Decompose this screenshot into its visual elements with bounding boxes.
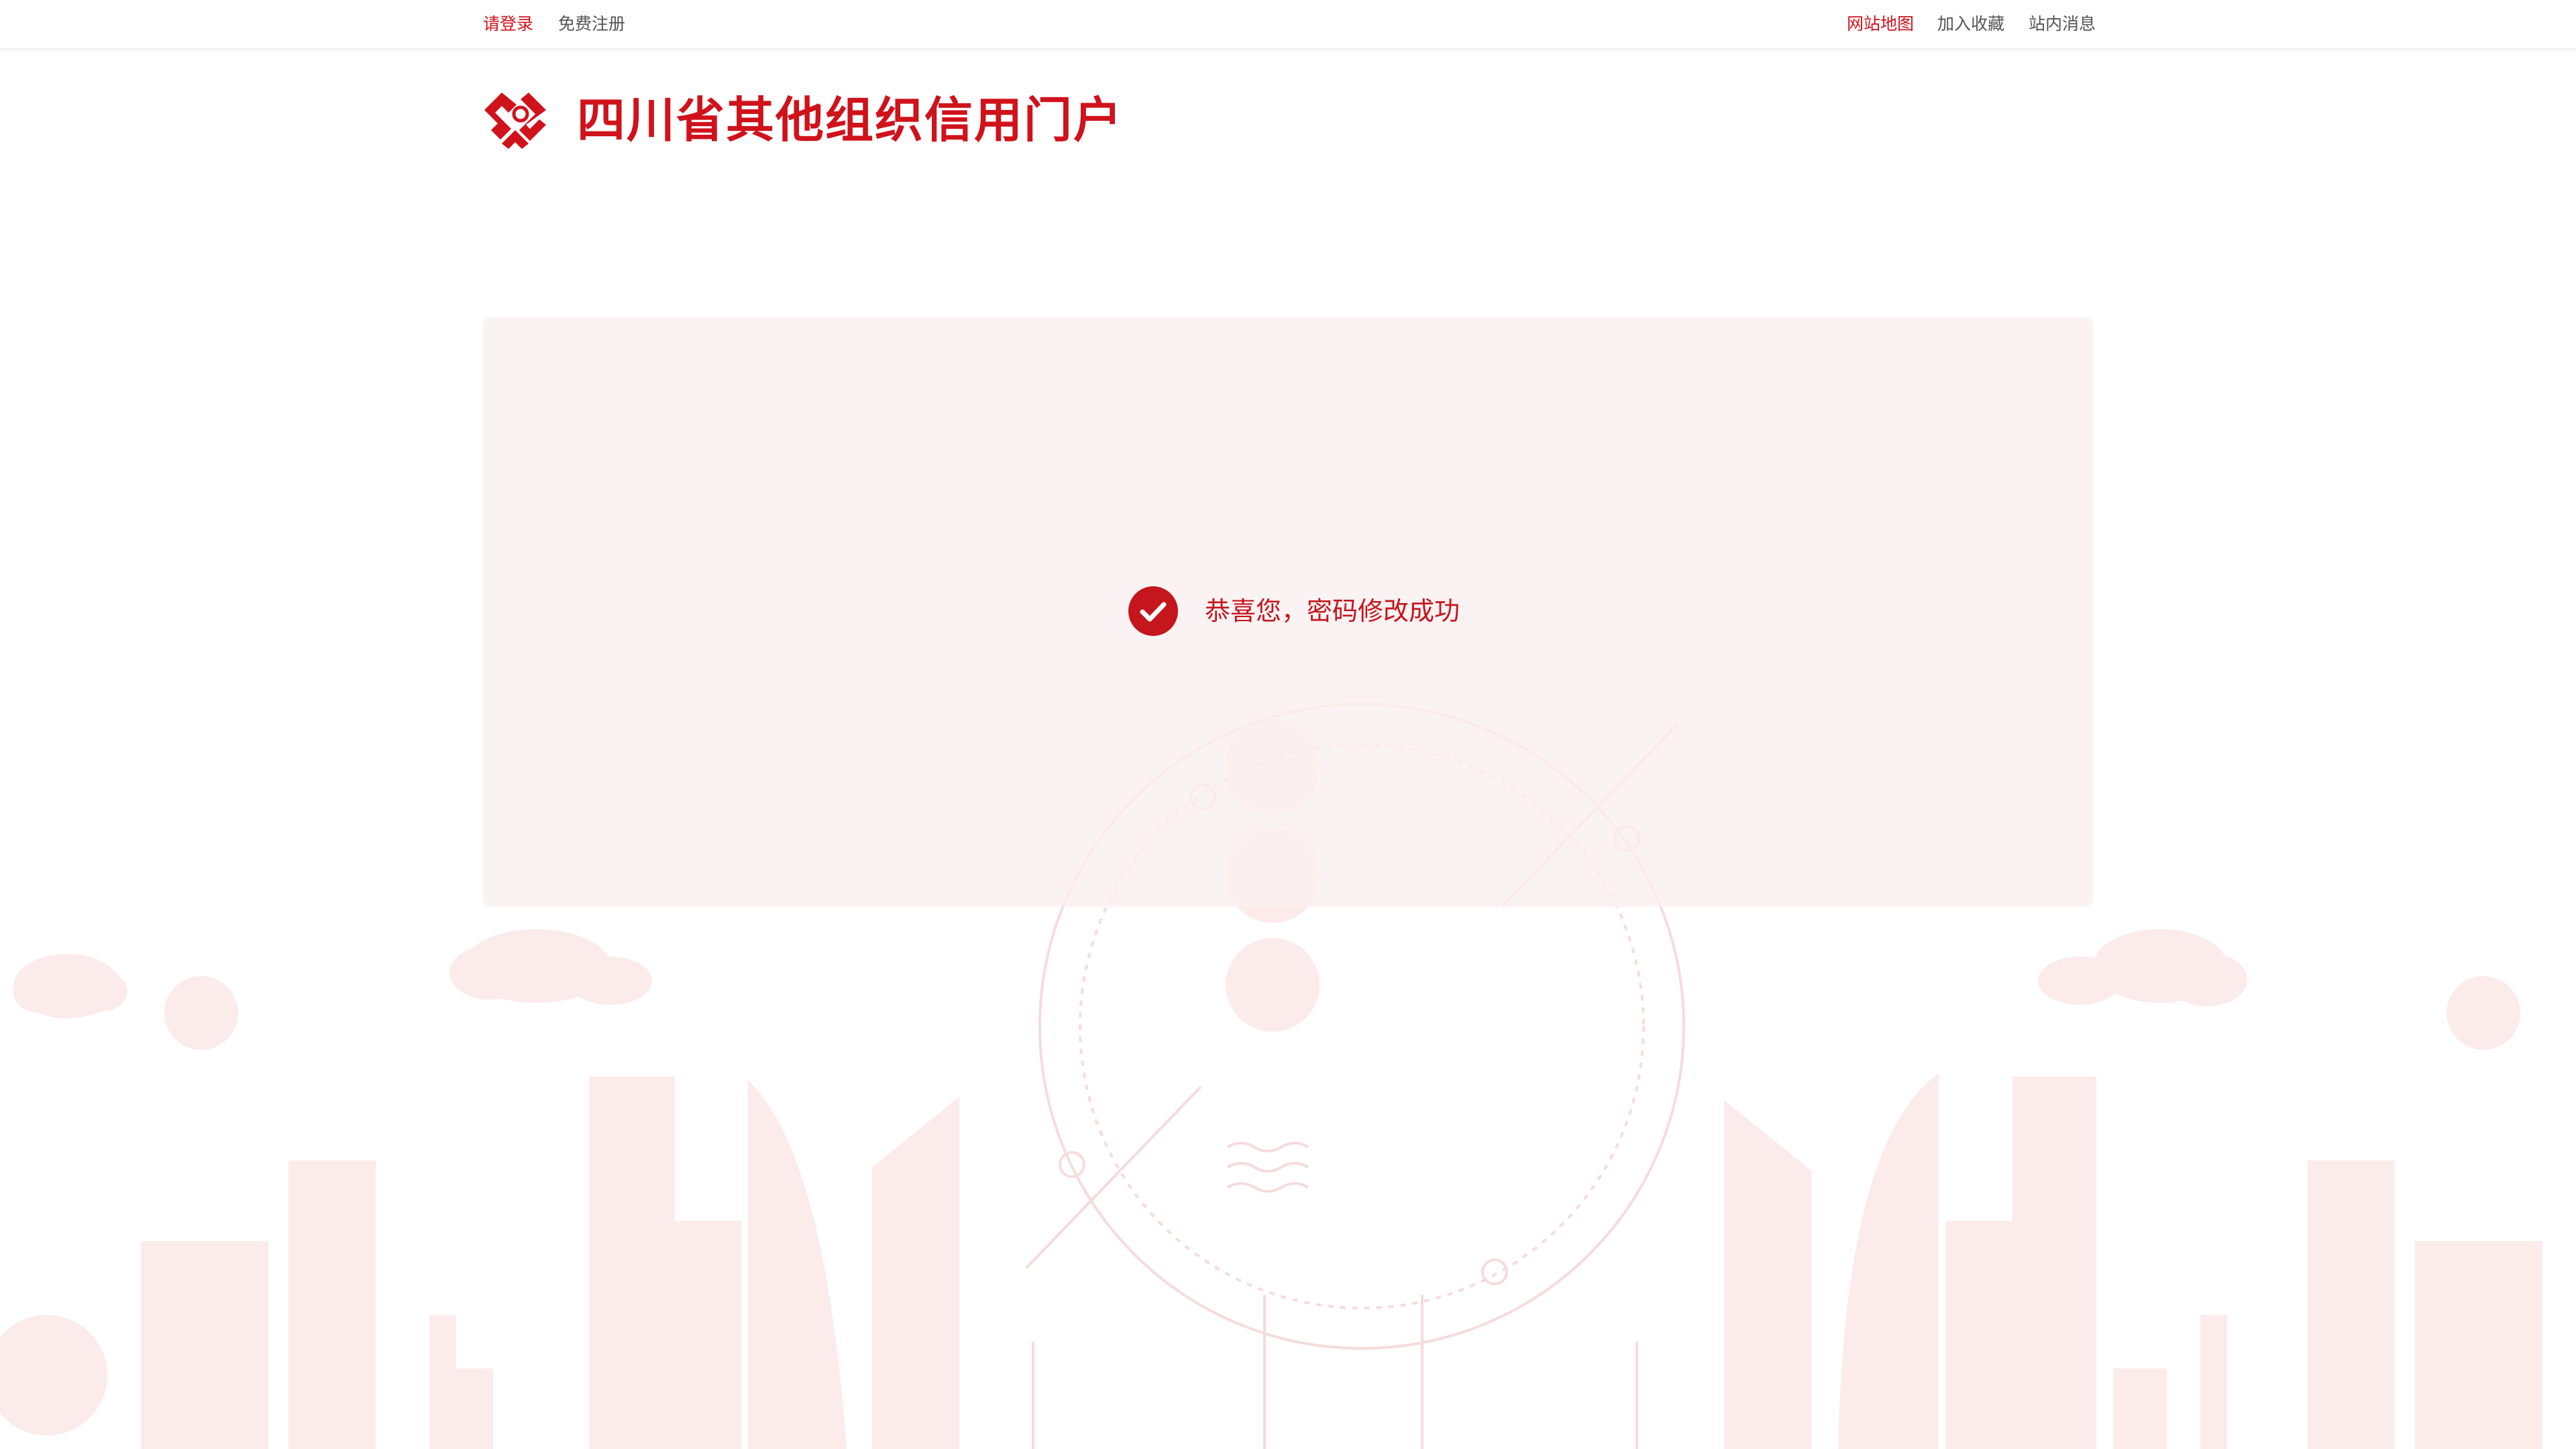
top-bar: 请登录 免费注册 网站地图 加入收藏 站内消息	[0, 0, 2576, 50]
credit-logo-icon[interactable]	[482, 90, 549, 150]
bookmark-link[interactable]: 加入收藏	[1937, 13, 2004, 35]
messages-link[interactable]: 站内消息	[2029, 13, 2096, 35]
site-title: 四川省其他组织信用门户	[577, 92, 1124, 148]
check-circle-icon	[1128, 586, 1178, 636]
page: 请登录 免费注册 网站地图 加入收藏 站内消息 四川省其他组织信用门户 恭喜您，…	[0, 0, 2576, 1449]
register-link[interactable]: 免费注册	[558, 13, 625, 35]
login-link[interactable]: 请登录	[483, 13, 533, 35]
success-message-row: 恭喜您，密码修改成功	[1128, 586, 1460, 636]
sitemap-link[interactable]: 网站地图	[1847, 13, 1914, 35]
success-message: 恭喜您，密码修改成功	[1205, 596, 1460, 626]
